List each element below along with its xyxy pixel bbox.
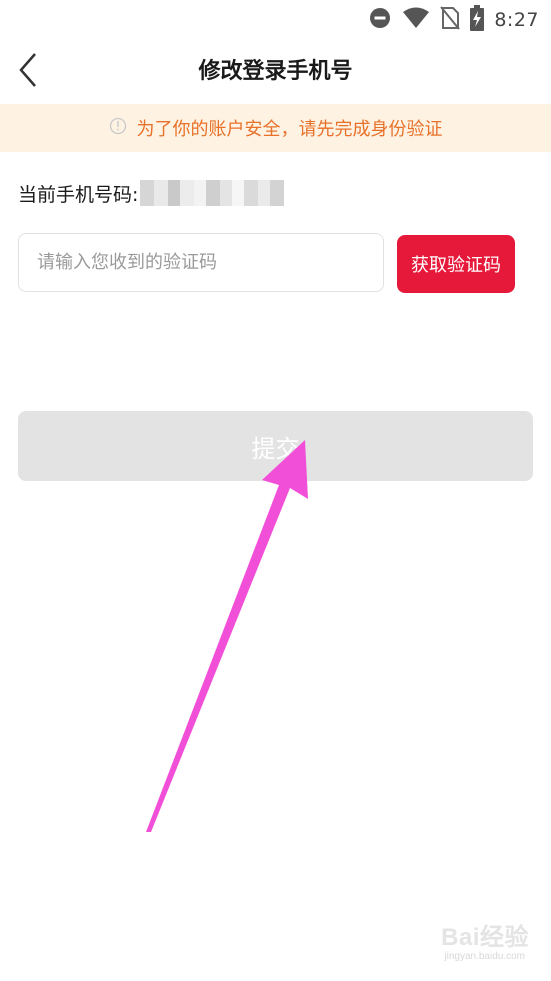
status-time: 8:27	[494, 9, 539, 31]
get-code-button[interactable]: 获取验证码	[397, 235, 515, 293]
back-button[interactable]	[8, 48, 48, 96]
header: 修改登录手机号	[0, 40, 551, 104]
battery-charging-icon	[470, 5, 485, 35]
baidu-jingyan-watermark: Bai经验 jingyan.baidu.com	[389, 911, 529, 971]
submit-button[interactable]: 提交	[18, 411, 533, 481]
verification-code-input[interactable]	[18, 233, 384, 292]
chevron-left-icon	[17, 52, 39, 92]
notice-text: 为了你的账户安全，请先完成身份验证	[136, 119, 443, 140]
watermark-url: jingyan.baidu.com	[444, 951, 525, 962]
no-sim-icon	[440, 6, 461, 34]
security-notice: 为了你的账户安全，请先完成身份验证	[0, 104, 551, 152]
wifi-icon	[402, 6, 430, 34]
watermark-logo: Bai经验	[441, 924, 529, 951]
status-icons: 8:27	[368, 5, 539, 35]
current-phone-label: 当前手机号码:	[18, 183, 139, 206]
info-circle-icon	[109, 117, 127, 139]
page-title: 修改登录手机号	[198, 59, 353, 84]
current-phone-row: 当前手机号码:	[18, 176, 285, 210]
do-not-disturb-icon	[368, 6, 392, 34]
masked-phone-number	[140, 179, 285, 207]
status-bar: 8:27	[0, 0, 551, 40]
